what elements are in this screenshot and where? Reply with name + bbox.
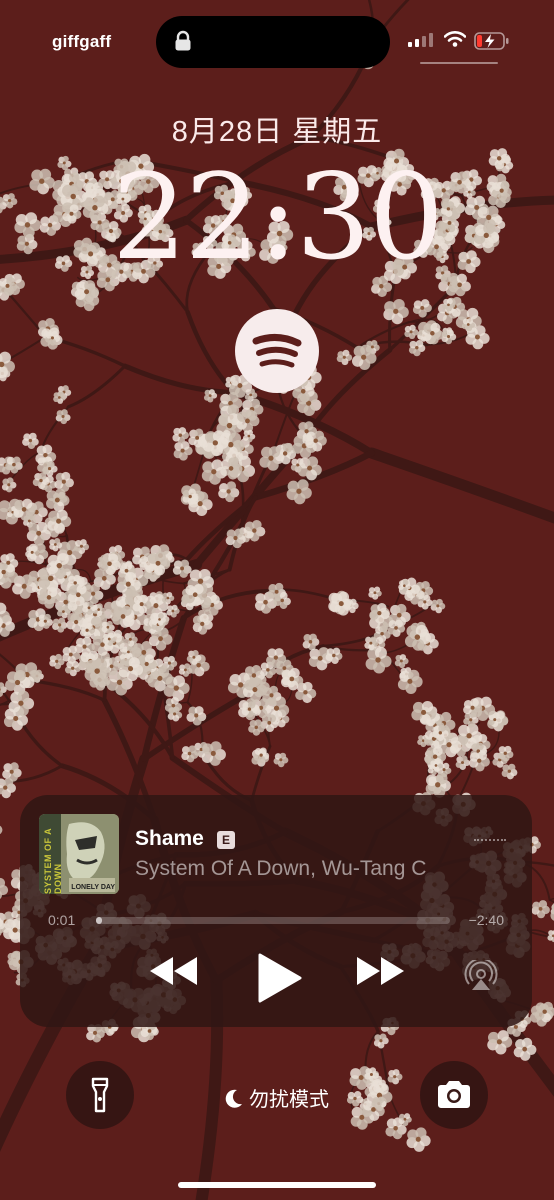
rewind-button[interactable] xyxy=(148,953,200,994)
carrier-name: giffgaff xyxy=(52,32,112,51)
wifi-icon xyxy=(443,31,467,52)
song-artist: System Of A Down, Wu-Tang C xyxy=(135,857,427,880)
play-button[interactable] xyxy=(258,953,302,1008)
focus-mode-label: 勿扰模式 xyxy=(249,1089,329,1111)
airplay-icon[interactable] xyxy=(464,957,498,997)
playback-progress-fill xyxy=(96,917,102,924)
lock-screen-time: 22:30 xyxy=(111,148,444,286)
album-art[interactable]: SYSTEM OF A DOWN LONELY DAY xyxy=(39,814,119,894)
lock-icon xyxy=(174,30,192,57)
dynamic-island[interactable] xyxy=(156,16,390,68)
camera-icon xyxy=(438,1081,470,1108)
control-center-indicator[interactable] xyxy=(420,62,498,64)
fast-forward-button[interactable] xyxy=(354,953,406,994)
playback-scrubber[interactable] xyxy=(96,917,450,924)
album-art-caption: LONELY DAY xyxy=(71,884,115,891)
lock-screen-date: 8月28日 星期五 xyxy=(171,116,383,148)
cellular-signal-icon xyxy=(408,33,434,52)
camera-button[interactable] xyxy=(420,1061,488,1129)
remaining-time: −2:40 xyxy=(468,912,504,928)
now-playing-widget: SYSTEM OF A DOWN LONELY DAY Shame E Syst… xyxy=(20,795,532,1027)
home-indicator[interactable] xyxy=(178,1182,376,1188)
explicit-badge: E xyxy=(217,831,235,849)
elapsed-time: 0:01 xyxy=(48,912,76,928)
album-art-band-text: SYSTEM OF A DOWN xyxy=(43,828,63,894)
moon-icon xyxy=(225,1089,243,1115)
battery-charging-icon xyxy=(474,32,510,55)
spotify-icon[interactable] xyxy=(235,309,319,393)
audio-visualizer-icon xyxy=(474,839,506,844)
song-title: Shame xyxy=(135,827,204,850)
status-icons xyxy=(408,31,512,51)
